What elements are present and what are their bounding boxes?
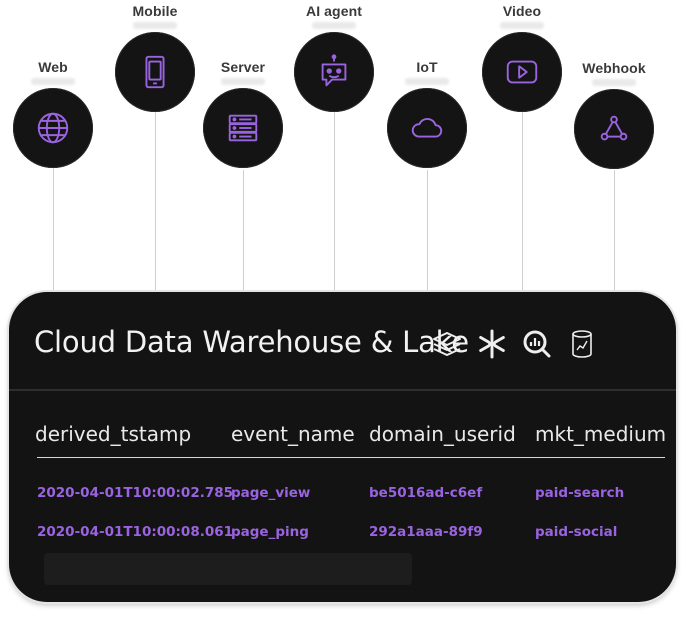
connector-ai-agent (334, 111, 335, 295)
source-ai-agent: AI agent (292, 3, 376, 112)
source-webhook: Webhook (572, 60, 656, 169)
source-iot: IoT (385, 59, 469, 168)
connector-video (522, 111, 523, 295)
source-label: Server (220, 59, 266, 75)
connector-webhook (614, 170, 615, 295)
robot-icon (294, 32, 374, 112)
source-video: Video (480, 3, 564, 112)
layers-logo-icon (429, 326, 465, 362)
header-rule (37, 457, 665, 458)
source-label: Web (38, 59, 68, 75)
connector-server (243, 170, 244, 295)
source-label: Mobile (132, 3, 178, 19)
placeholder-row (44, 553, 412, 585)
column-header: mkt_medium (535, 422, 667, 446)
source-label: Video (502, 3, 542, 19)
globe-icon (13, 88, 93, 168)
data-sources-diagram: Web Mobile Server AI agent IoT Video Web… (0, 0, 686, 625)
table-cell: page_ping (231, 524, 309, 540)
table-cell: paid-search (535, 485, 625, 501)
source-label: Webhook (582, 60, 646, 76)
table-cell: be5016ad-c6ef (369, 485, 483, 501)
table-cell: 2020-04-01T10:00:08.061 (37, 524, 234, 540)
server-icon (203, 88, 283, 168)
column-header: event_name (231, 422, 355, 446)
connector-web (53, 150, 54, 295)
source-label: AI agent (305, 3, 363, 19)
cloud-icon (387, 88, 467, 168)
connector-iot (427, 170, 428, 295)
bigquery-logo-icon (519, 326, 555, 362)
column-header: derived_tstamp (35, 422, 192, 446)
source-label: IoT (416, 59, 438, 75)
source-mobile: Mobile (113, 3, 197, 112)
table-cell: paid-social (535, 524, 618, 540)
table-cell: 2020-04-01T10:00:02.785 (37, 485, 234, 501)
warehouse-title: Cloud Data Warehouse & Lake (34, 325, 469, 359)
warehouse-panel: Cloud Data Warehouse & Lake derived_tsta… (9, 292, 676, 602)
mobile-phone-icon (115, 32, 195, 112)
webhook-icon (574, 89, 654, 169)
warehouse-logos (429, 326, 600, 362)
snowflake-logo-icon (474, 326, 510, 362)
table-cell: page_view (231, 485, 311, 501)
source-server: Server (201, 59, 285, 168)
video-play-icon (482, 32, 562, 112)
source-web: Web (11, 59, 95, 168)
table-cell: 292a1aaa-89f9 (369, 524, 483, 540)
column-header: domain_userid (369, 422, 516, 446)
connector-mobile (155, 111, 156, 295)
warehouse-divider (9, 389, 676, 391)
database-lake-logo-icon (564, 326, 600, 362)
